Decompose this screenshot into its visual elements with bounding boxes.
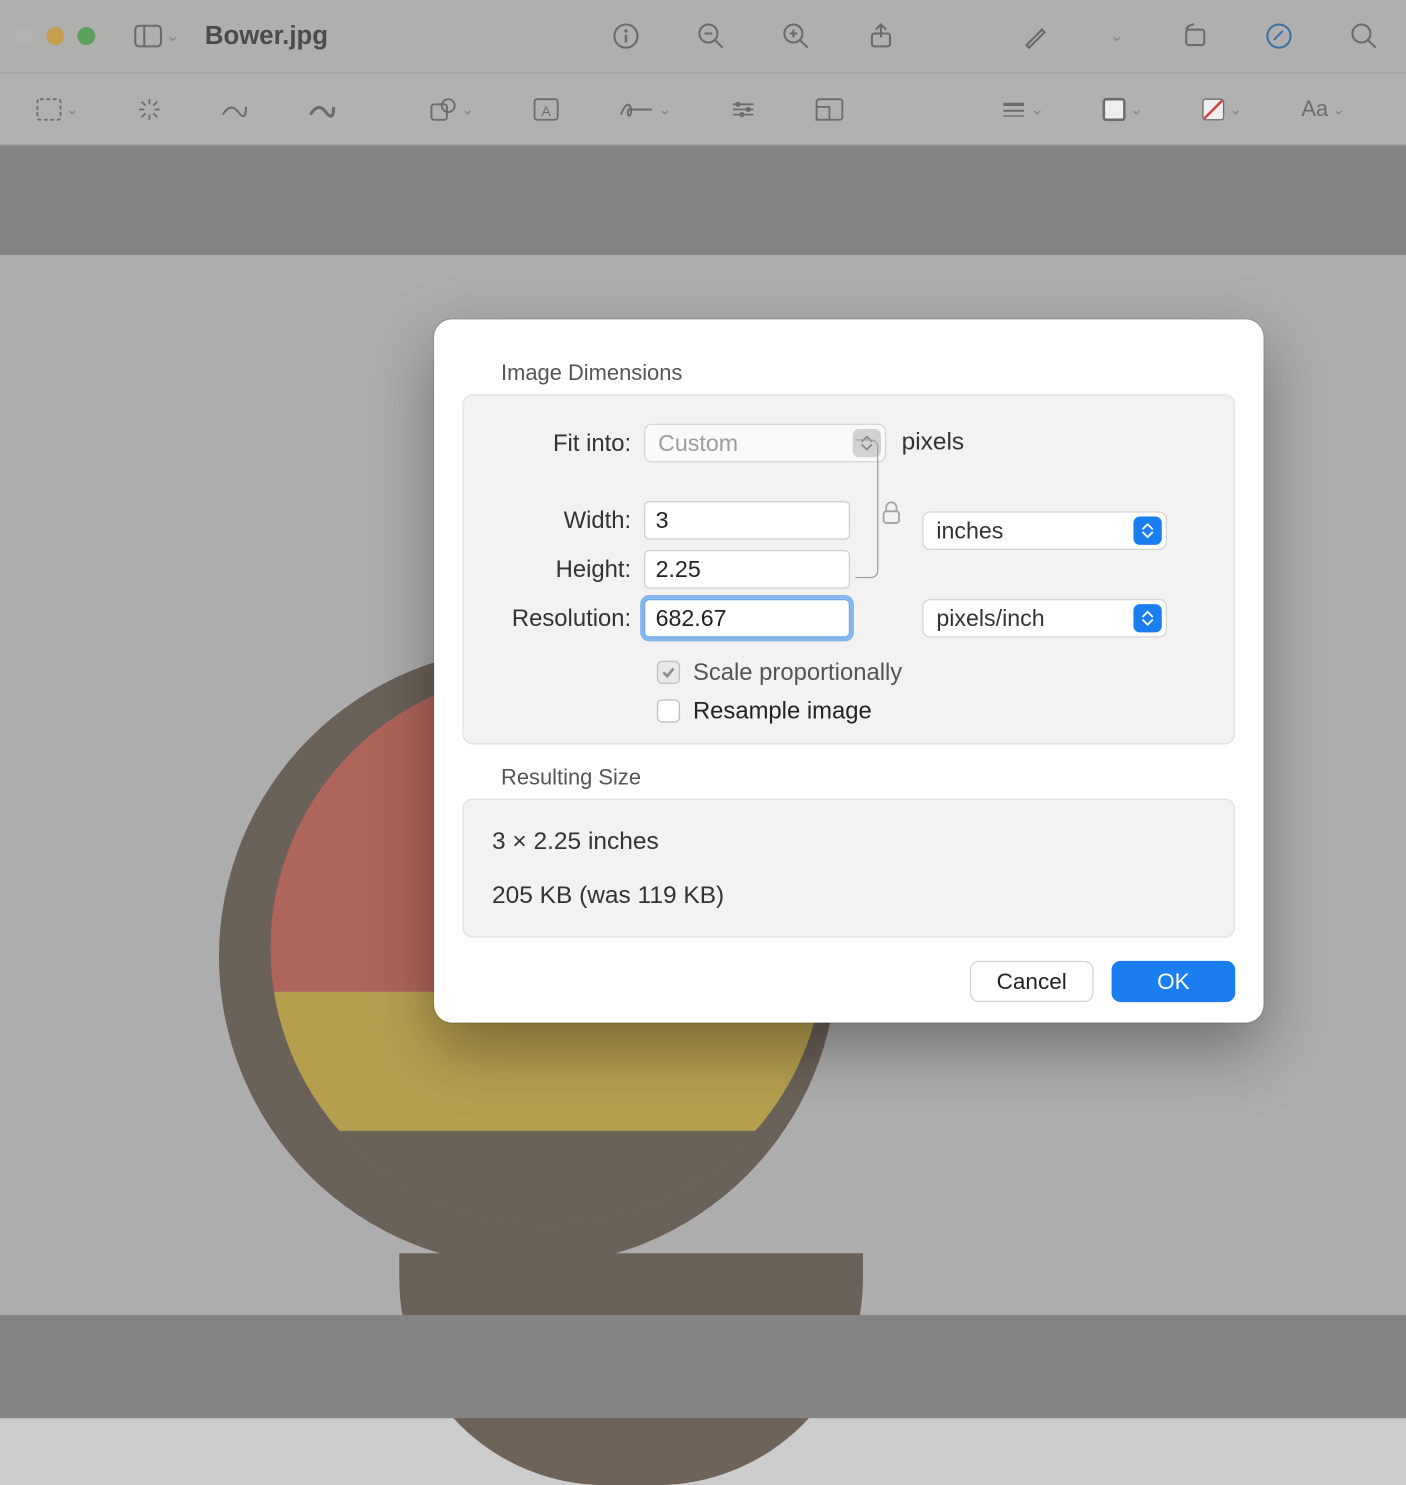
lock-icon[interactable]	[881, 498, 902, 525]
adjust-size-dialog: Image Dimensions Fit into: Custom pixels	[434, 319, 1263, 1022]
height-input[interactable]	[644, 550, 850, 589]
resample-image-checkbox[interactable]	[657, 699, 680, 722]
cancel-button[interactable]: Cancel	[970, 961, 1094, 1002]
size-unit-value: inches	[936, 517, 1003, 544]
size-unit-select[interactable]: inches	[922, 511, 1167, 550]
resolution-input[interactable]	[644, 599, 850, 638]
fit-into-value: Custom	[658, 430, 738, 457]
ok-button[interactable]: OK	[1112, 961, 1236, 1002]
resulting-size-group: 3 × 2.25 inches 205 KB (was 119 KB)	[462, 799, 1235, 938]
result-filesize: 205 KB (was 119 KB)	[492, 882, 1206, 910]
select-arrows-icon	[1133, 604, 1161, 632]
fit-into-unit: pixels	[902, 429, 965, 457]
dimensions-group: Fit into: Custom pixels Width:	[462, 394, 1235, 744]
image-dimensions-label: Image Dimensions	[501, 361, 1235, 387]
fit-into-label: Fit into:	[487, 429, 644, 457]
result-dimensions: 3 × 2.25 inches	[492, 828, 1206, 856]
resample-image-label: Resample image	[693, 697, 872, 725]
scale-proportionally-label: Scale proportionally	[693, 658, 902, 686]
select-arrows-icon	[1133, 516, 1161, 544]
width-input[interactable]	[644, 501, 850, 540]
fit-into-select[interactable]: Custom	[644, 424, 886, 463]
resolution-unit-value: pixels/inch	[936, 605, 1044, 632]
scale-proportionally-checkbox[interactable]	[657, 661, 680, 684]
resulting-size-label: Resulting Size	[501, 765, 1235, 791]
resolution-label: Resolution:	[487, 604, 644, 632]
width-label: Width:	[487, 506, 644, 534]
height-label: Height:	[487, 555, 644, 583]
resolution-unit-select[interactable]: pixels/inch	[922, 599, 1167, 638]
